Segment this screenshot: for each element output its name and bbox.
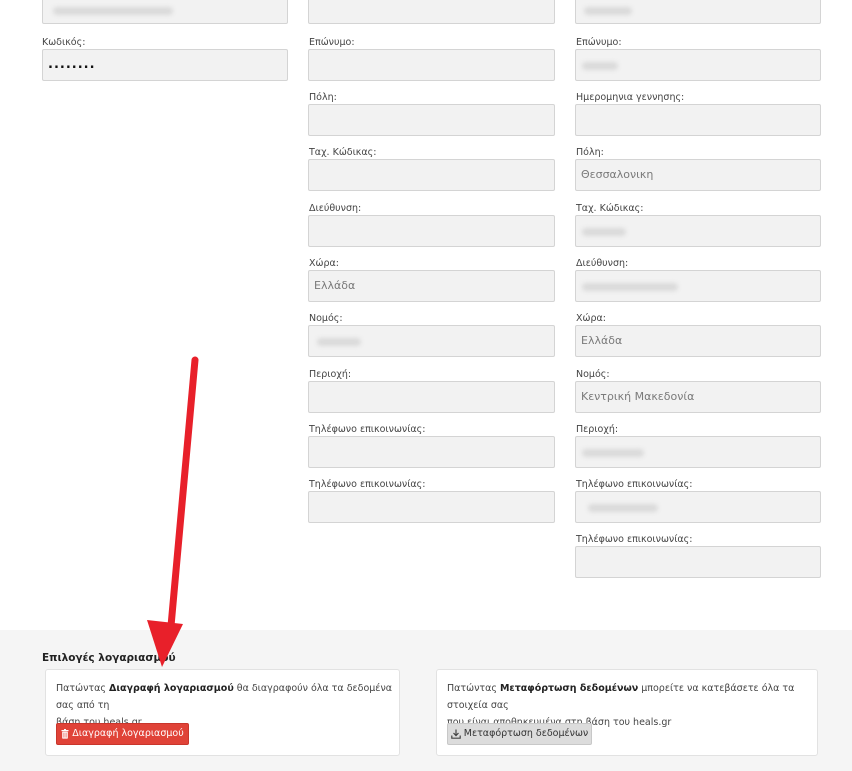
red-arrow-annotation (147, 356, 199, 667)
